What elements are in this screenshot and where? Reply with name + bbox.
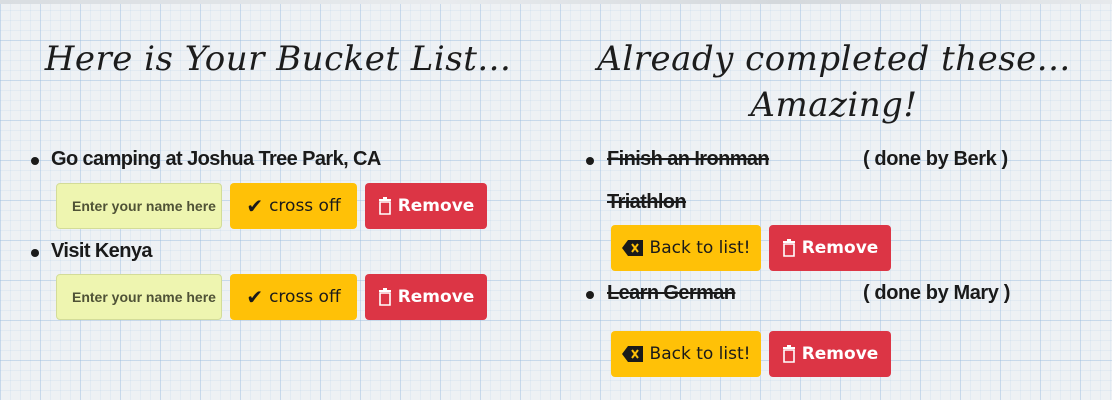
completed-title: Already completed these... Amazing! <box>556 36 1112 128</box>
backspace-icon <box>621 240 644 256</box>
cross-off-button[interactable]: ✔ cross off <box>230 274 357 320</box>
name-input[interactable] <box>56 274 222 320</box>
bucket-item-text: Visit Kenya <box>51 240 152 262</box>
remove-button[interactable]: Remove <box>365 183 487 229</box>
remove-button[interactable]: Remove <box>365 274 487 320</box>
completed-item-text: Learn German <box>607 282 736 304</box>
check-icon: ✔ <box>246 285 264 309</box>
backspace-icon <box>621 346 644 362</box>
done-by-label: ( done by Mary ) <box>863 282 1010 304</box>
trash-icon <box>782 239 796 257</box>
name-input[interactable] <box>56 183 222 229</box>
remove-label: Remove <box>397 196 475 216</box>
completed-title-line2: Amazing! <box>750 85 918 125</box>
cross-off-button[interactable]: ✔ cross off <box>230 183 357 229</box>
completed-title-line1: Already completed these... <box>597 39 1071 79</box>
back-to-list-button[interactable]: Back to list! <box>611 225 761 271</box>
remove-button[interactable]: Remove <box>769 331 891 377</box>
cross-off-label: cross off <box>269 287 341 307</box>
bucket-list-title: Here is Your Bucket List... <box>44 39 512 79</box>
bullet-icon <box>586 291 594 299</box>
trash-icon <box>782 345 796 363</box>
remove-button[interactable]: Remove <box>769 225 891 271</box>
bullet-icon <box>586 157 594 165</box>
completed-item-text-continued: Triathlon <box>607 191 687 213</box>
bullet-icon <box>31 249 39 257</box>
back-to-list-label: Back to list! <box>649 344 751 364</box>
check-icon: ✔ <box>246 194 264 218</box>
back-to-list-label: Back to list! <box>649 238 751 258</box>
remove-label: Remove <box>801 344 879 364</box>
bullet-icon <box>31 157 39 165</box>
trash-icon <box>378 197 392 215</box>
remove-label: Remove <box>397 287 475 307</box>
completed-item-text: Finish an Ironman <box>607 148 770 170</box>
remove-label: Remove <box>801 238 879 258</box>
cross-off-label: cross off <box>269 196 341 216</box>
bucket-item-text: Go camping at Joshua Tree Park, CA <box>51 148 381 170</box>
top-strip <box>0 0 1112 4</box>
done-by-label: ( done by Berk ) <box>863 148 1008 170</box>
trash-icon <box>378 288 392 306</box>
back-to-list-button[interactable]: Back to list! <box>611 331 761 377</box>
